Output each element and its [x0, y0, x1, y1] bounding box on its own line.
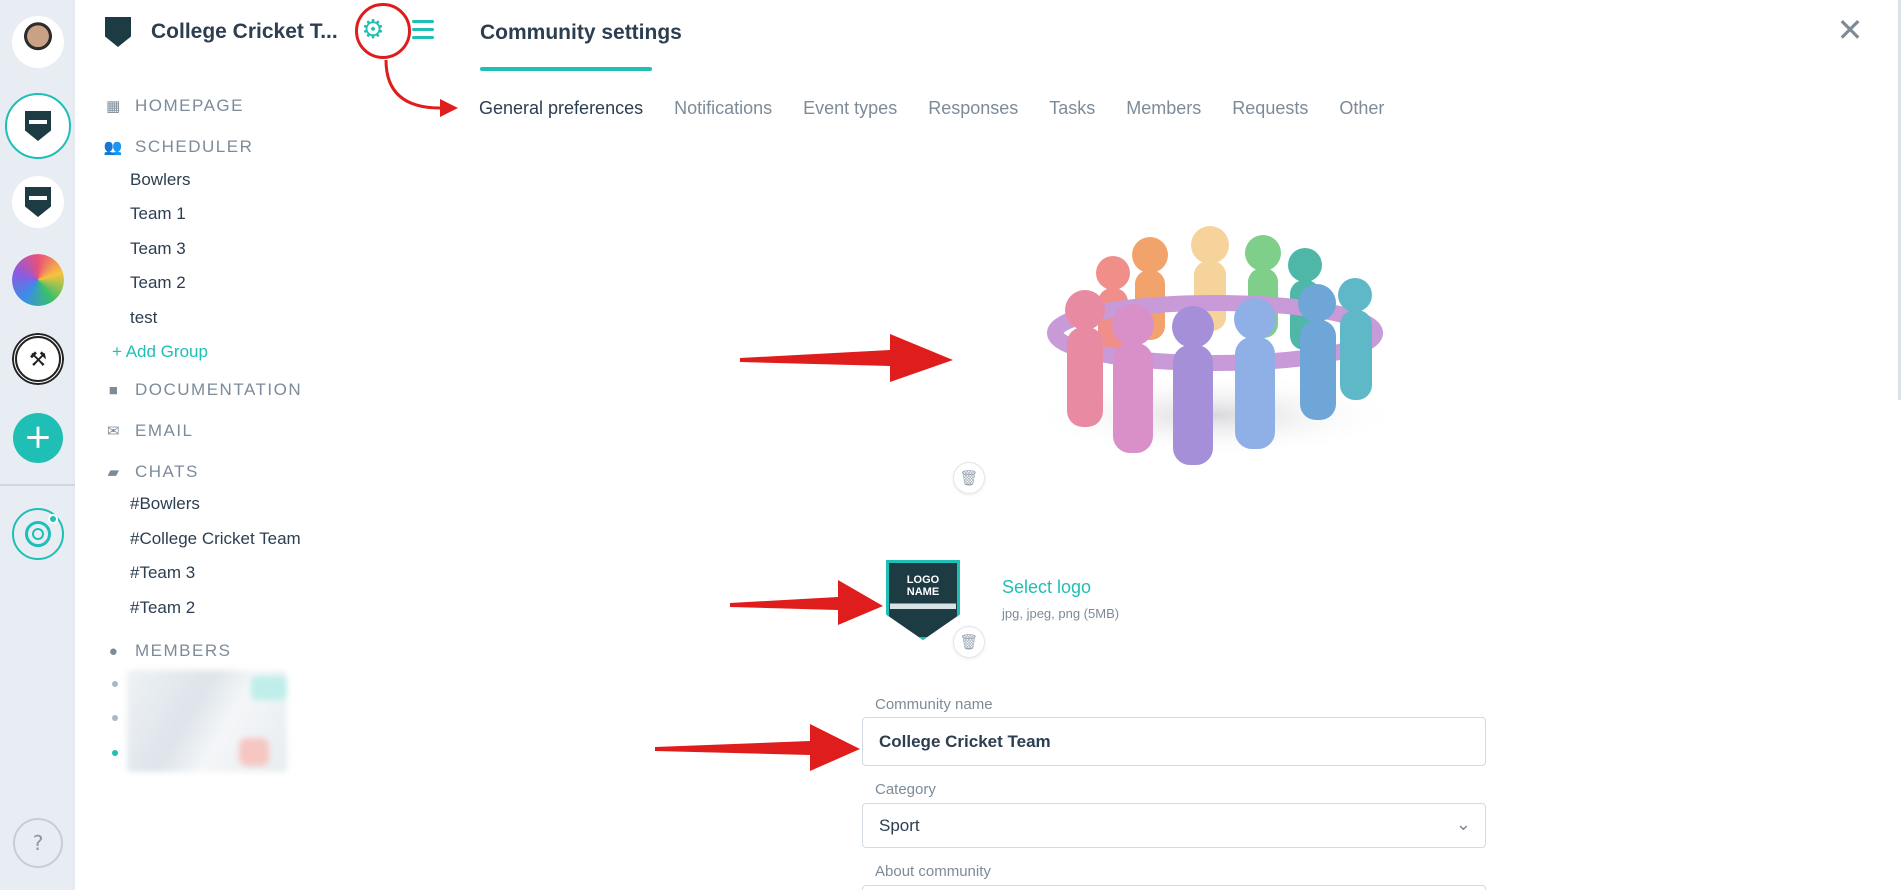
about-community-label: About community	[875, 863, 991, 880]
nav-members[interactable]: ● MEMBERS	[105, 641, 231, 661]
community-name-input[interactable]: College Cricket Team	[862, 717, 1486, 766]
community-sidebar: College Cricket T... ⚙ ▦ HOMEPAGE 👥 SCHE…	[75, 0, 450, 890]
discover-button[interactable]	[12, 508, 64, 560]
user-photo	[14, 18, 62, 66]
user-avatar[interactable]	[12, 16, 64, 68]
member-status-dot	[112, 750, 118, 756]
community-shield-2[interactable]	[12, 176, 64, 228]
page-title: Community settings	[480, 21, 682, 44]
close-icon[interactable]: ✕	[1835, 14, 1865, 46]
target-icon	[25, 521, 51, 547]
tab-requests[interactable]: Requests	[1232, 98, 1308, 119]
chat-item[interactable]: #Team 2	[130, 598, 195, 618]
chat-item[interactable]: #Bowlers	[130, 494, 200, 514]
nav-chats-label: CHATS	[135, 462, 199, 481]
shield-logo-icon	[25, 111, 51, 141]
add-group-link[interactable]: + Add Group	[112, 342, 208, 362]
group-item[interactable]: Team 3	[130, 239, 186, 259]
seal-logo-icon: ⚒	[12, 333, 64, 385]
chat-item[interactable]: #Team 3	[130, 563, 195, 583]
chat-item[interactable]: #College Cricket Team	[130, 529, 301, 549]
community-seal[interactable]: ⚒	[12, 333, 64, 385]
colorful-logo-icon	[12, 254, 64, 306]
logo-badge-text: LOGO NAME	[906, 574, 940, 598]
gear-icon[interactable]: ⚙	[359, 16, 387, 44]
nav-email[interactable]: ✉ EMAIL	[105, 421, 194, 441]
select-logo-link[interactable]: Select logo	[1002, 577, 1091, 598]
people-icon: 👥	[103, 139, 125, 156]
blurred-member-list	[127, 670, 287, 772]
community-logo-icon	[105, 17, 131, 47]
member-status-dot	[112, 715, 118, 721]
chevron-down-icon: ⌄	[1455, 814, 1471, 834]
nav-scheduler-label: SCHEDULER	[135, 137, 254, 156]
community-name-value: College Cricket Team	[879, 731, 1051, 751]
rail-divider	[0, 484, 75, 486]
community-rail: ⚒ + ?	[0, 0, 75, 890]
dashboard-icon: ▦	[106, 98, 122, 115]
category-value: Sport	[879, 815, 920, 835]
help-button[interactable]: ?	[13, 818, 63, 868]
nav-chats[interactable]: ▰ CHATS	[105, 462, 199, 482]
group-item[interactable]: Team 2	[130, 273, 186, 293]
logo-file-hint: jpg, jpeg, png (5MB)	[1002, 606, 1120, 621]
envelope-icon: ✉	[106, 423, 122, 440]
tab-notifications[interactable]: Notifications	[674, 98, 772, 119]
community-name-label: Community name	[875, 696, 993, 713]
notification-dot	[48, 514, 58, 524]
folder-icon: ■	[108, 381, 120, 399]
nav-homepage-label: HOMEPAGE	[135, 96, 244, 115]
tab-general-preferences[interactable]: General preferences	[479, 98, 643, 119]
delete-logo-trash-icon[interactable]: 🗑	[953, 626, 985, 658]
tab-responses[interactable]: Responses	[928, 98, 1018, 119]
community-college-cricket-team[interactable]	[5, 93, 71, 159]
hamburger-icon[interactable]	[412, 20, 434, 40]
community-cover-image[interactable]	[1005, 215, 1405, 475]
nav-email-label: EMAIL	[135, 421, 194, 440]
community-colorful[interactable]	[12, 254, 64, 306]
group-item[interactable]: Bowlers	[130, 170, 190, 190]
tab-event-types[interactable]: Event types	[803, 98, 897, 119]
category-select[interactable]: Sport ⌄	[862, 803, 1486, 848]
tab-tasks[interactable]: Tasks	[1049, 98, 1095, 119]
delete-cover-trash-icon[interactable]: 🗑	[953, 462, 985, 494]
group-item[interactable]: test	[130, 308, 157, 328]
chat-bubble-icon: ▰	[107, 464, 121, 481]
community-title[interactable]: College Cricket T...	[151, 20, 338, 44]
nav-documentation-label: DOCUMENTATION	[135, 380, 303, 399]
nav-members-label: MEMBERS	[135, 641, 232, 660]
settings-tabs: General preferences Notifications Event …	[479, 98, 1415, 119]
sidebar-header: College Cricket T...	[105, 14, 338, 50]
tab-members[interactable]: Members	[1126, 98, 1201, 119]
nav-documentation[interactable]: ■ DOCUMENTATION	[105, 380, 302, 400]
about-community-textarea[interactable]	[862, 885, 1486, 890]
person-icon: ●	[108, 642, 120, 660]
nav-scheduler[interactable]: 👥 SCHEDULER	[103, 137, 254, 157]
category-label: Category	[875, 781, 936, 798]
settings-panel: Community settings ✕ General preferences…	[450, 0, 1901, 890]
shield-logo-icon	[25, 187, 51, 217]
title-underline	[480, 67, 652, 71]
group-item[interactable]: Team 1	[130, 204, 186, 224]
member-status-dot	[112, 681, 118, 687]
add-community-button[interactable]: +	[13, 413, 63, 463]
nav-homepage[interactable]: ▦ HOMEPAGE	[105, 96, 244, 116]
tab-other[interactable]: Other	[1339, 98, 1384, 119]
